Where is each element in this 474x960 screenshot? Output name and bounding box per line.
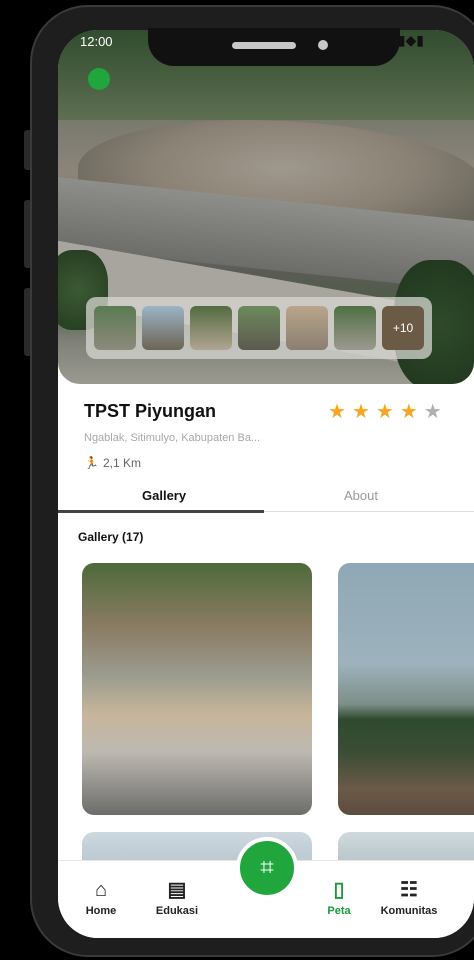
gallery-title: Gallery (17)	[78, 530, 144, 544]
rating-stars: ★ ★ ★ ★ ★	[328, 402, 442, 422]
gallery-photo[interactable]	[82, 563, 312, 815]
nav-komunitas-label: Komunitas	[380, 905, 438, 917]
speaker	[232, 42, 296, 49]
nav-peta[interactable]: ▯ Peta	[304, 879, 374, 917]
bottom-nav: ⌂ Home ▤ Edukasi ⌗ ▯ Peta ☷ Komunitas	[58, 837, 474, 938]
app-screen: 12:00 ▮◆▮ +10 TPST Piyungan Ngablak, Sit…	[58, 30, 474, 938]
scan-qr-button[interactable]: ⌗	[236, 837, 298, 899]
place-distance: 🏃 2,1 Km	[84, 456, 141, 470]
more-thumbnails-button[interactable]: +10	[382, 306, 424, 350]
thumbnail[interactable]	[286, 306, 328, 350]
nav-home-label: Home	[85, 905, 117, 917]
map-icon: ▯	[333, 879, 345, 901]
thumbnail[interactable]	[190, 306, 232, 350]
community-icon: ☷	[400, 879, 418, 901]
tab-about[interactable]: About	[344, 488, 378, 503]
nav-home[interactable]: ⌂ Home	[66, 879, 136, 917]
star-icon: ★	[423, 401, 442, 423]
back-button[interactable]	[88, 68, 110, 90]
status-icons: ▮◆▮	[397, 32, 424, 48]
status-time: 12:00	[80, 34, 113, 49]
thumbnail[interactable]	[142, 306, 184, 350]
active-tab-indicator	[58, 510, 264, 513]
thumbnail[interactable]	[94, 306, 136, 350]
walking-icon: 🏃	[84, 456, 99, 470]
place-address: Ngablak, Sitimulyo, Kabupaten Ba...	[84, 432, 261, 444]
gallery-photo[interactable]	[338, 563, 474, 815]
distance-value: 2,1 Km	[102, 456, 141, 470]
nav-komunitas[interactable]: ☷ Komunitas	[374, 879, 444, 917]
thumbnail[interactable]	[334, 306, 376, 350]
tab-divider	[264, 511, 474, 512]
nav-peta-label: Peta	[327, 905, 351, 917]
star-icon: ★	[399, 401, 418, 423]
nav-edukasi-label: Edukasi	[155, 905, 199, 917]
star-icon: ★	[328, 401, 346, 423]
star-icon: ★	[375, 401, 394, 423]
thumbnail[interactable]	[238, 306, 280, 350]
nav-edukasi[interactable]: ▤ Edukasi	[142, 879, 212, 917]
tab-gallery[interactable]: Gallery	[142, 488, 186, 503]
camera	[318, 40, 328, 50]
thumbnail-strip: +10	[86, 297, 432, 359]
qr-scan-icon: ⌗	[260, 854, 274, 881]
star-icon: ★	[351, 401, 370, 423]
place-title: TPST Piyungan	[84, 401, 217, 421]
home-icon: ⌂	[94, 879, 108, 901]
notch	[148, 28, 400, 66]
book-icon: ▤	[167, 879, 187, 901]
